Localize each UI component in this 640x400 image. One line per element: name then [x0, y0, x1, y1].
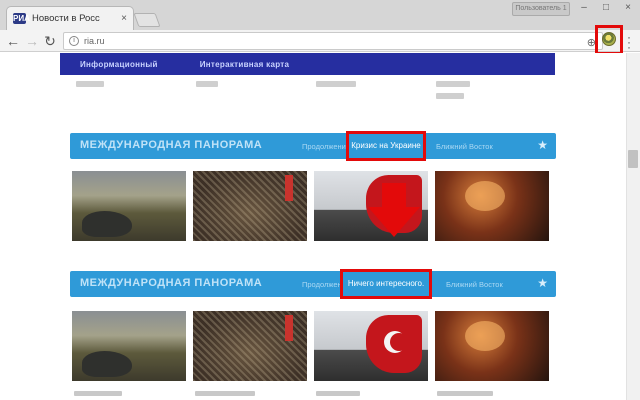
- scrollbar[interactable]: [626, 53, 640, 400]
- maximize-icon[interactable]: □: [596, 1, 616, 15]
- minimize-icon[interactable]: –: [574, 1, 594, 15]
- news-photo[interactable]: [193, 311, 307, 381]
- browser-toolbar: ← → ↻ i ria.ru ⊕: [0, 30, 640, 52]
- news-photo[interactable]: [72, 171, 186, 241]
- section-header: МЕЖДУНАРОДНАЯ ПАНОРАМА Продолжение Ничег…: [70, 269, 556, 299]
- section-title: МЕЖДУНАРОДНАЯ ПАНОРАМА: [80, 139, 263, 151]
- forward-icon[interactable]: →: [24, 33, 40, 49]
- topic-badge-highlighted[interactable]: Кризис на Украине: [346, 131, 426, 161]
- section-link[interactable]: Продолжение: [302, 142, 350, 151]
- scrollbar-thumb[interactable]: [628, 150, 638, 168]
- site-favicon: РИА: [13, 13, 30, 24]
- new-tab-button[interactable]: [133, 13, 161, 27]
- extension-icon[interactable]: [602, 32, 616, 46]
- caption-text: [436, 81, 470, 87]
- star-icon[interactable]: ★: [537, 276, 548, 290]
- section-header: МЕЖДУНАРОДНАЯ ПАНОРАМА Продолжение Кризи…: [70, 131, 556, 161]
- nav-item-1[interactable]: Информационный: [80, 60, 158, 69]
- close-tab-icon[interactable]: ×: [121, 13, 127, 24]
- section-title: МЕЖДУНАРОДНАЯ ПАНОРАМА: [80, 277, 263, 289]
- news-photo[interactable]: [72, 311, 186, 381]
- caption-text: [437, 391, 493, 396]
- caption-text: [316, 391, 360, 396]
- arrow-down-icon: [368, 183, 420, 237]
- tab-title: Новости в Росс: [32, 13, 100, 24]
- caption-text: [195, 391, 255, 396]
- news-photo[interactable]: [435, 311, 549, 381]
- caption-text: [76, 81, 104, 87]
- menu-icon[interactable]: · · ·: [626, 31, 632, 53]
- news-photo[interactable]: [193, 171, 307, 241]
- news-photo[interactable]: [435, 171, 549, 241]
- star-icon[interactable]: ★: [537, 138, 548, 152]
- caption-text: [316, 81, 356, 87]
- nav-item-2[interactable]: Интерактивная карта: [200, 60, 290, 69]
- tab-strip: РИА Новости в Росс × Пользователь 1 – □ …: [0, 0, 640, 30]
- close-window-icon[interactable]: ×: [618, 1, 638, 15]
- caption-text: [74, 391, 122, 396]
- reload-icon[interactable]: ↻: [42, 33, 58, 49]
- caption-text: [196, 81, 218, 87]
- address-text: ria.ru: [84, 36, 105, 46]
- caption-text: [436, 93, 464, 99]
- back-icon[interactable]: ←: [5, 33, 21, 49]
- profile-button[interactable]: Пользователь 1: [512, 2, 570, 16]
- address-bar[interactable]: i ria.ru ⊕: [63, 32, 603, 50]
- browser-tab[interactable]: РИА Новости в Росс ×: [6, 6, 134, 30]
- section-link[interactable]: Ближний Восток: [436, 142, 493, 151]
- info-icon[interactable]: i: [69, 36, 79, 46]
- site-nav: Информационный Интерактивная карта: [60, 53, 555, 75]
- topic-badge-highlighted[interactable]: Ничего интересного.: [340, 269, 432, 299]
- news-photo[interactable]: [314, 311, 428, 381]
- page-content: Информационный Интерактивная карта МЕЖДУ…: [0, 53, 626, 400]
- section-link[interactable]: Ближний Восток: [446, 280, 503, 289]
